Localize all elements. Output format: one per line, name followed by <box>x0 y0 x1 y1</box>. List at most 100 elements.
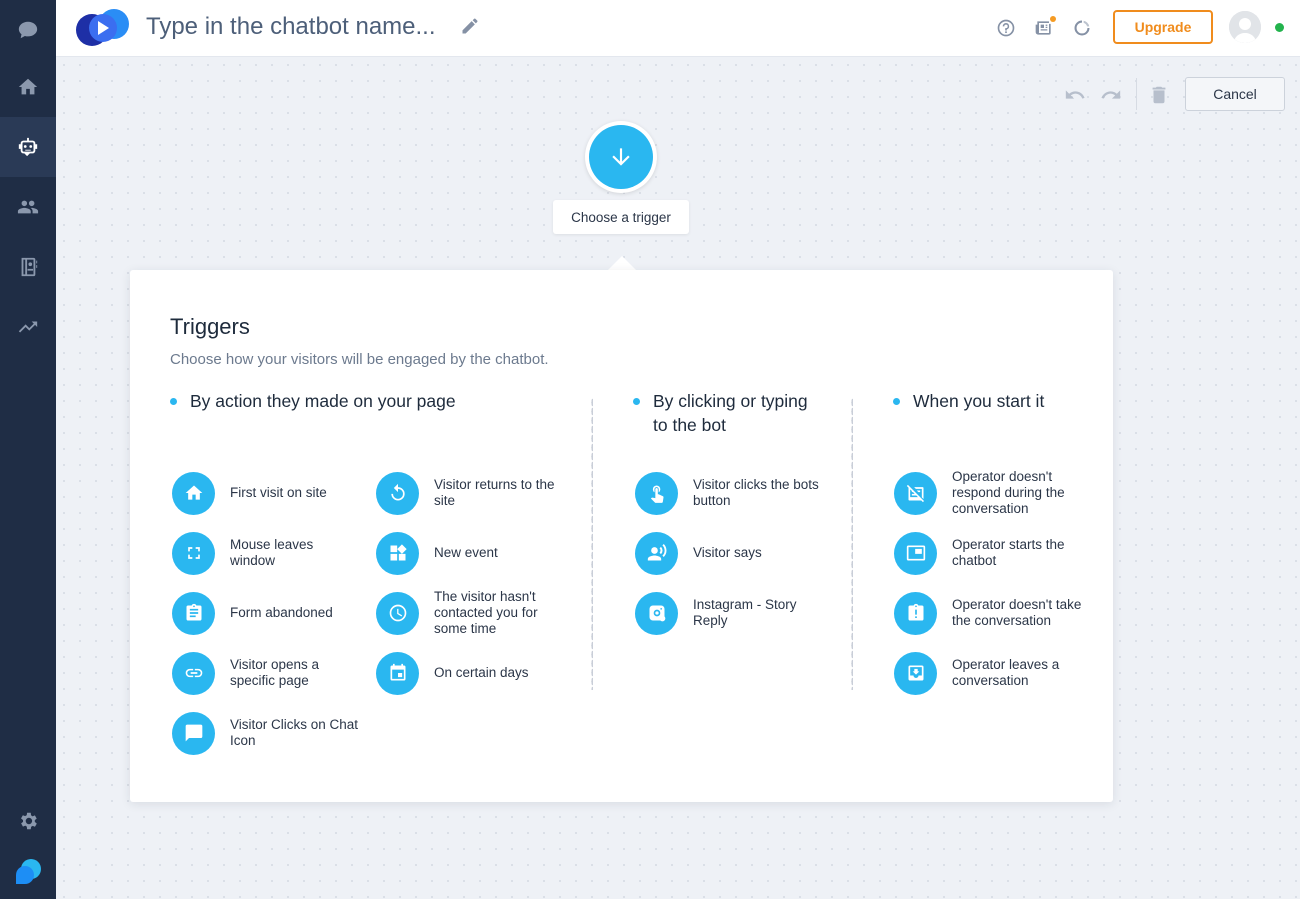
fullscreen-icon <box>172 531 215 575</box>
trigger-chat-icon-click[interactable]: Visitor Clicks on Chat Icon <box>172 711 372 755</box>
top-header: Type in the chatbot name... Upgrade <box>56 0 1300 57</box>
home-icon <box>172 471 215 515</box>
widgets-icon <box>376 531 419 575</box>
category-title-manual-start: When you start it <box>913 391 1045 411</box>
trigger-form-abandoned[interactable]: Form abandoned <box>172 591 372 635</box>
trigger-label: Mouse leaves window <box>230 537 314 568</box>
trigger-certain-days[interactable]: On certain days <box>376 651 576 695</box>
window-icon <box>894 531 937 575</box>
trigger-label: First visit on site <box>230 485 327 500</box>
alert-icon <box>894 591 937 635</box>
trigger-visitor-says[interactable]: Visitor says <box>635 531 835 575</box>
clock-icon <box>376 591 419 635</box>
user-silhouette-icon <box>1229 11 1261 43</box>
trigger-node-inner <box>589 125 653 189</box>
help-circle-icon <box>997 19 1015 37</box>
trigger-label: Operator doesn't take the conversation <box>952 597 1082 628</box>
trigger-label: Visitor Clicks on Chat Icon <box>230 717 359 748</box>
download-tray-icon <box>894 651 937 695</box>
chatbot-logo <box>74 8 132 48</box>
category-bullet <box>170 398 177 405</box>
trigger-label: Form abandoned <box>230 605 333 620</box>
trigger-label: On certain days <box>434 665 529 680</box>
trigger-node[interactable] <box>585 121 657 193</box>
category-bullet <box>893 398 900 405</box>
trigger-specific-page[interactable]: Visitor opens a specific page <box>172 651 372 695</box>
touch-icon <box>635 471 678 515</box>
chat-icon <box>172 711 215 755</box>
trigger-visitor-returns[interactable]: Visitor returns to the site <box>376 471 576 515</box>
toolbar-divider <box>1136 78 1137 110</box>
undo-button[interactable] <box>1063 83 1087 107</box>
column-divider <box>851 398 853 690</box>
trigger-operator-not-taking[interactable]: Operator doesn't take the conversation <box>894 591 1094 635</box>
panel-title: Triggers <box>170 314 250 339</box>
trigger-label: New event <box>434 545 498 560</box>
sidebar-brand-logo[interactable] <box>0 842 56 899</box>
trigger-new-event[interactable]: New event <box>376 531 576 575</box>
trigger-mouse-leaves[interactable]: Mouse leaves window <box>172 531 372 575</box>
edit-name-button[interactable] <box>460 16 482 38</box>
trigger-bot-button-click[interactable]: Visitor clicks the bots button <box>635 471 835 515</box>
trigger-label[interactable]: Choose a trigger <box>553 200 689 234</box>
trigger-label: Visitor opens a specific page <box>230 657 320 688</box>
sidebar-item-chats[interactable] <box>0 0 56 60</box>
arrow-down-icon <box>612 148 630 166</box>
panel-pointer <box>607 256 637 271</box>
trigger-label: Instagram - Story Reply <box>693 597 797 628</box>
help-button[interactable] <box>994 16 1018 40</box>
return-icon <box>376 471 419 515</box>
trigger-label: Operator doesn't respond during the conv… <box>952 469 1065 516</box>
chatbot-name-input[interactable]: Type in the chatbot name... <box>146 13 436 41</box>
sidebar-item-analytics[interactable] <box>0 297 56 357</box>
people-icon <box>17 200 39 214</box>
trigger-label: Visitor clicks the bots button <box>693 477 819 508</box>
play-logo-icon <box>76 9 129 46</box>
category-title-bot-interaction: By clicking or typing to the bot <box>653 391 808 435</box>
online-status-dot <box>1275 23 1284 32</box>
instagram-icon <box>635 591 678 635</box>
news-button[interactable] <box>1032 16 1056 40</box>
redo-icon <box>1101 90 1121 99</box>
link-icon <box>172 651 215 695</box>
triggers-panel: Triggers Choose how your visitors will b… <box>130 270 1113 802</box>
redo-button[interactable] <box>1099 83 1123 107</box>
sidebar-item-visitors[interactable] <box>0 177 56 237</box>
trigger-instagram-story[interactable]: Instagram - Story Reply <box>635 591 835 635</box>
chat-bubble-icon <box>18 21 38 39</box>
sidebar-item-contacts[interactable] <box>0 237 56 297</box>
trigger-label: Operator leaves a conversation <box>952 657 1060 688</box>
cancel-button[interactable]: Cancel <box>1185 77 1285 111</box>
column-divider <box>591 398 593 690</box>
trigger-first-visit[interactable]: First visit on site <box>172 471 372 515</box>
panel-subtitle: Choose how your visitors will be engaged… <box>170 351 549 368</box>
avatar[interactable] <box>1229 11 1261 43</box>
sidebar-item-home[interactable] <box>0 57 56 117</box>
home-icon <box>18 78 38 95</box>
sidebar <box>0 0 56 899</box>
upgrade-button[interactable]: Upgrade <box>1113 10 1213 44</box>
category-title-page-action: By action they made on your page <box>190 391 456 411</box>
delete-button[interactable] <box>1147 83 1171 107</box>
sidebar-item-chatbots[interactable] <box>0 117 56 177</box>
brand-logo-icon <box>16 859 41 884</box>
robot-icon <box>18 137 38 157</box>
clipboard-icon <box>172 591 215 635</box>
notification-dot <box>1050 16 1056 22</box>
trigger-operator-no-response[interactable]: Operator doesn't respond during the conv… <box>894 469 1094 516</box>
undo-icon <box>1065 90 1085 99</box>
trigger-operator-starts[interactable]: Operator starts the chatbot <box>894 531 1094 575</box>
pencil-icon <box>462 18 478 34</box>
contacts-book-icon <box>21 257 38 277</box>
voice-icon <box>635 531 678 575</box>
category-bullet <box>633 398 640 405</box>
trigger-operator-leaves[interactable]: Operator leaves a conversation <box>894 651 1094 695</box>
status-button[interactable] <box>1070 16 1094 40</box>
trigger-no-contact[interactable]: The visitor hasn't contacted you for som… <box>376 589 576 636</box>
trigger-label: Visitor returns to the site <box>434 477 555 508</box>
trigger-label: Operator starts the chatbot <box>952 537 1065 568</box>
trigger-label: Visitor says <box>693 545 762 560</box>
gear-icon <box>21 812 37 830</box>
calendar-icon <box>376 651 419 695</box>
trigger-label: The visitor hasn't contacted you for som… <box>434 589 538 636</box>
